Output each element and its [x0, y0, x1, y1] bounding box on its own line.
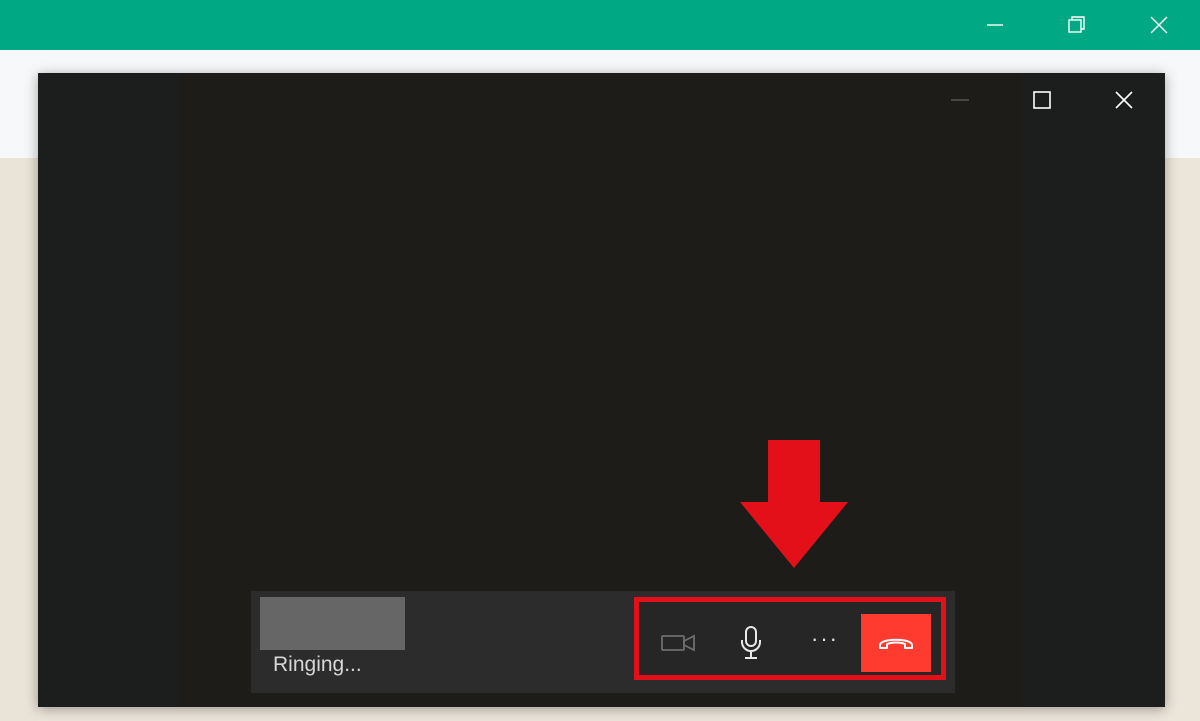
minimize-icon	[987, 24, 1003, 26]
minimize-icon	[951, 99, 969, 101]
call-status-text: Ringing...	[273, 653, 362, 676]
outer-left-strip	[0, 158, 38, 721]
call-window-controls	[919, 73, 1165, 127]
outer-restore-button[interactable]	[1036, 0, 1118, 50]
outer-window-controls	[954, 0, 1200, 50]
restore-icon	[1068, 16, 1085, 33]
call-bar: Ringing... ···	[251, 591, 955, 693]
video-camera-icon	[661, 634, 695, 652]
call-close-button[interactable]	[1083, 73, 1165, 127]
close-icon	[1150, 16, 1168, 34]
call-actions-highlight: ···	[634, 597, 946, 680]
call-minimize-button[interactable]	[919, 73, 1001, 127]
video-toggle-button[interactable]	[643, 614, 713, 672]
maximize-icon	[1033, 91, 1051, 109]
down-arrow-icon	[740, 440, 848, 568]
close-icon	[1115, 91, 1133, 109]
end-call-button[interactable]	[861, 614, 931, 672]
microphone-button[interactable]	[716, 614, 786, 672]
microphone-icon	[741, 626, 761, 659]
more-options-button[interactable]: ···	[790, 614, 860, 672]
end-call-icon	[879, 638, 913, 649]
call-window: Ringing... ···	[38, 73, 1165, 707]
more-options-icon: ···	[811, 626, 839, 651]
caller-name-placeholder	[260, 597, 405, 650]
call-maximize-button[interactable]	[1001, 73, 1083, 127]
outer-close-button[interactable]	[1118, 0, 1200, 50]
outer-minimize-button[interactable]	[954, 0, 1036, 50]
outer-titlebar	[0, 0, 1200, 50]
